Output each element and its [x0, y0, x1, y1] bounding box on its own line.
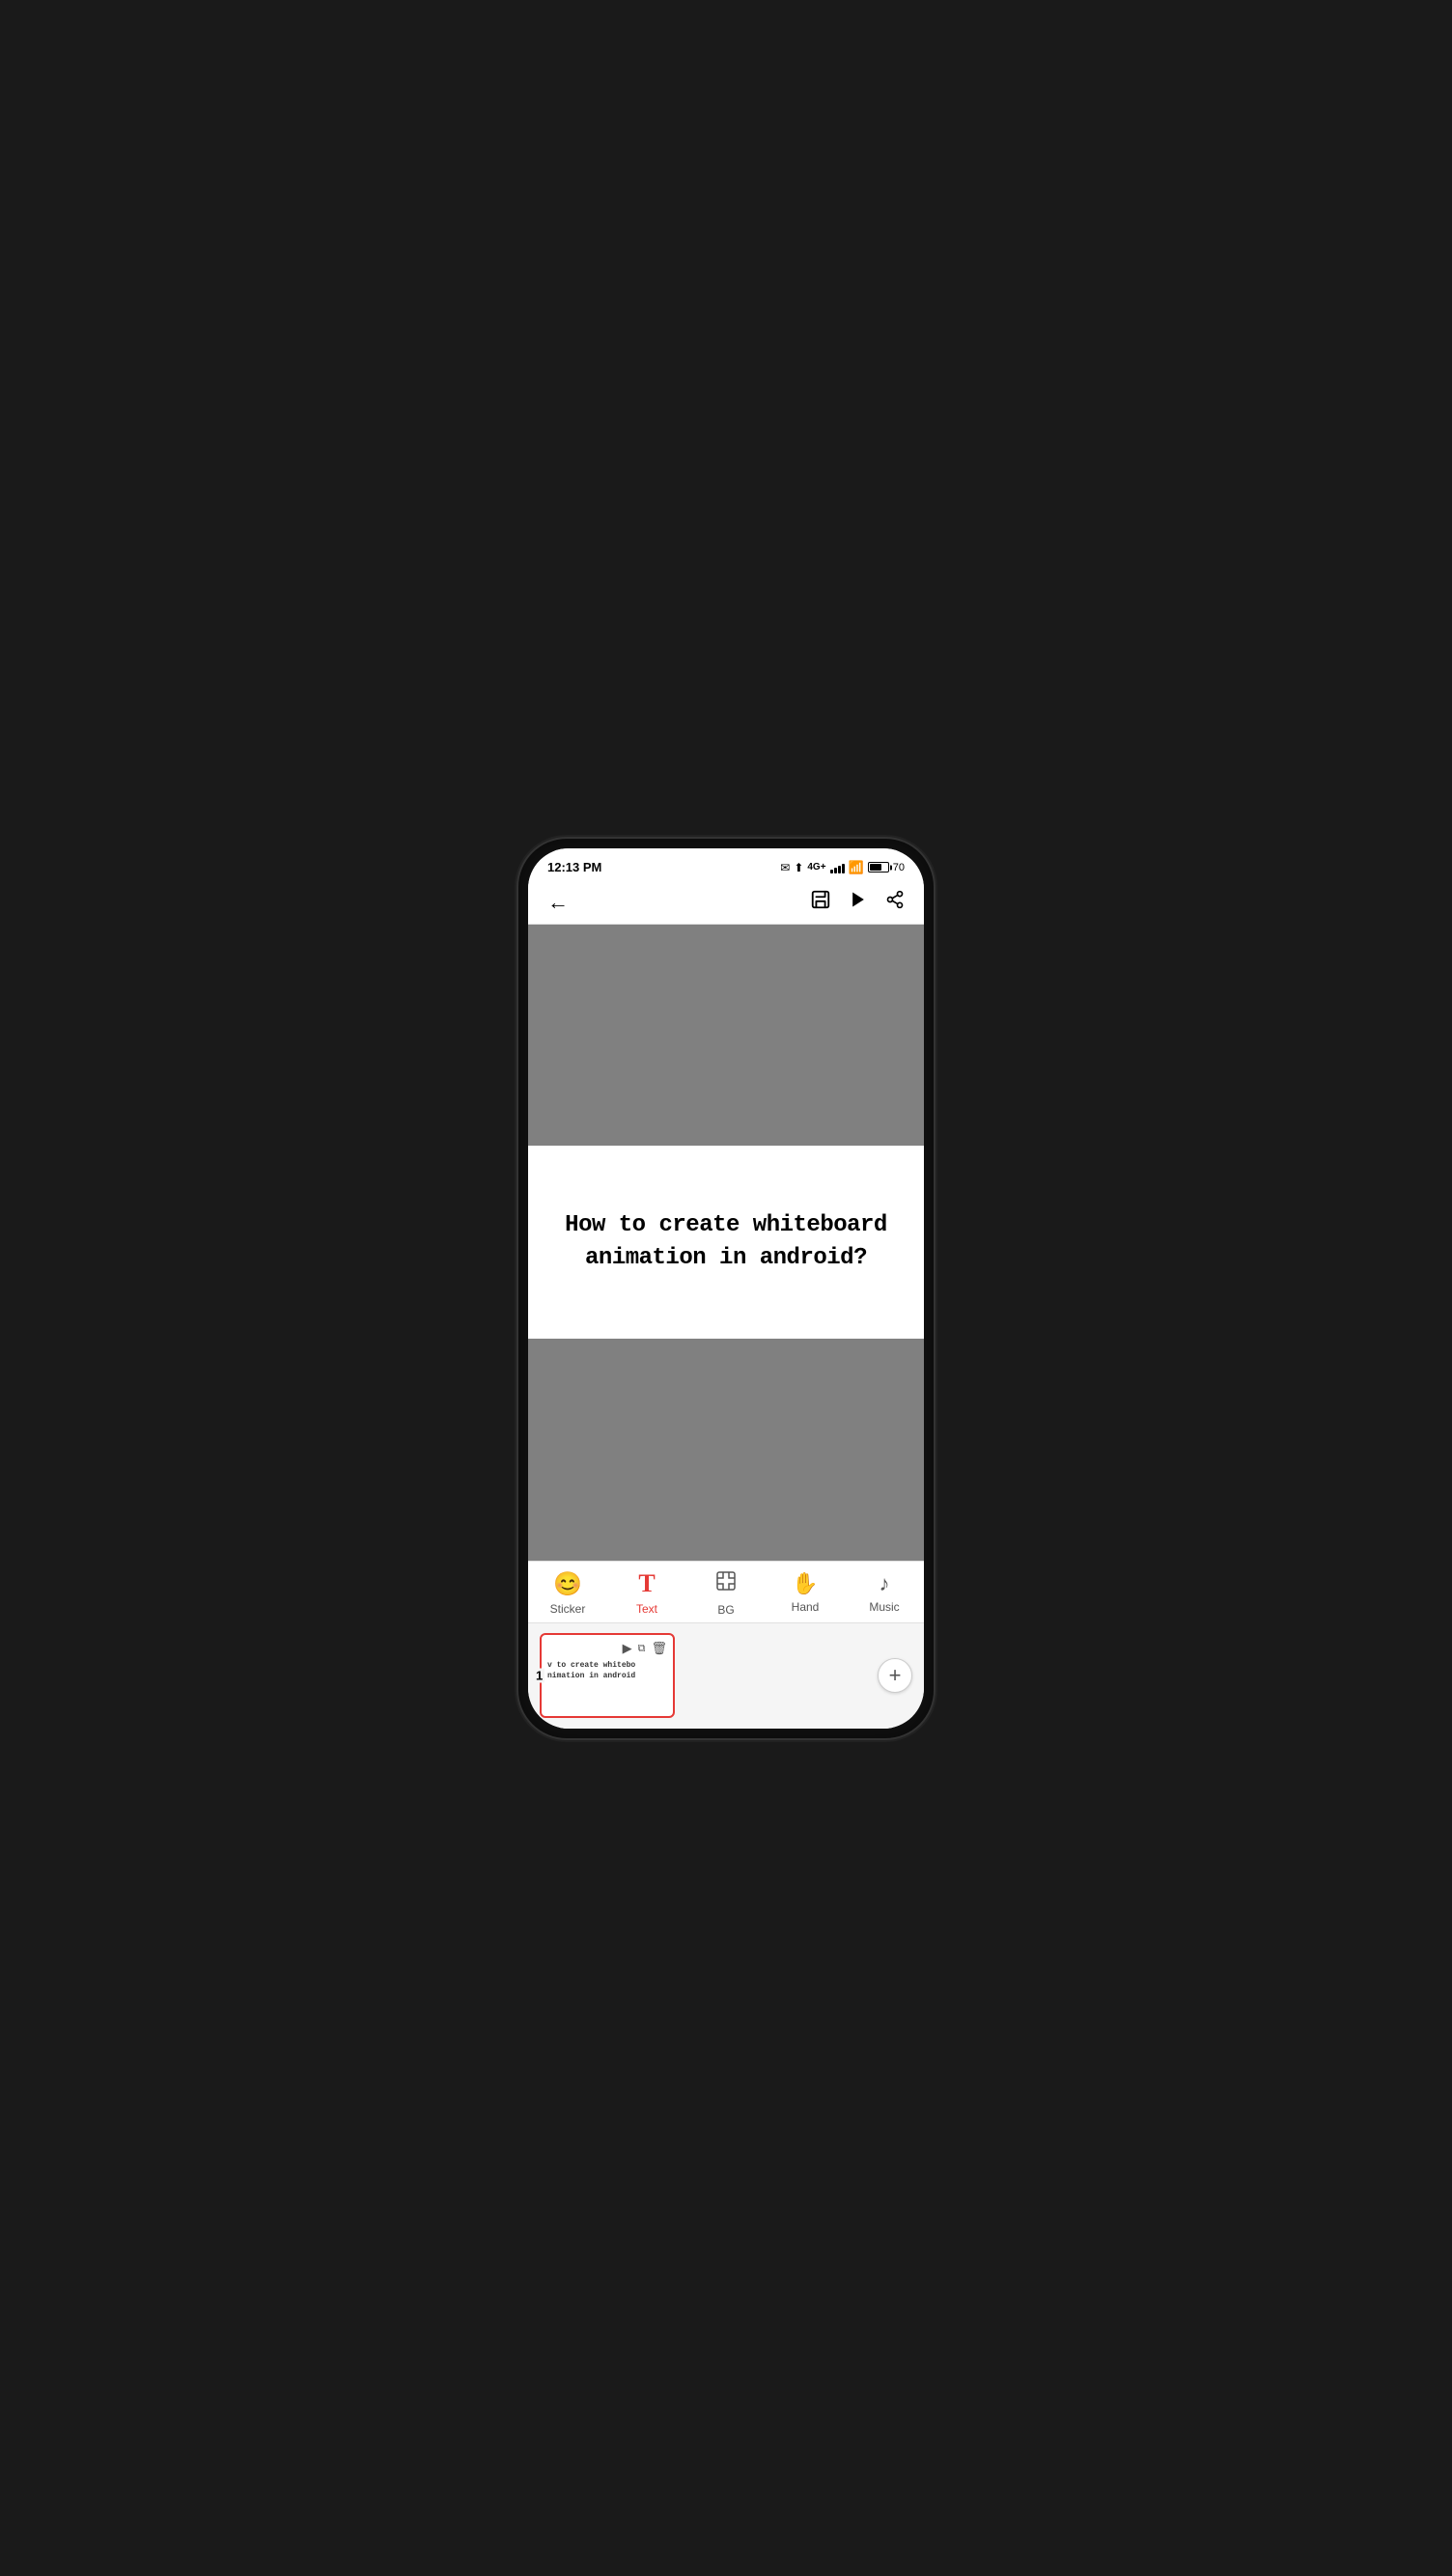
toolbar-hand[interactable]: ✋ Hand [766, 1571, 845, 1614]
slide-thumb-controls: ▶ ⧉ 🗑 [623, 1641, 667, 1656]
add-slide-button[interactable]: + [878, 1658, 912, 1693]
thumb-delete-icon[interactable]: 🗑 [651, 1641, 667, 1656]
bg-icon [714, 1569, 738, 1599]
signal-bar-2 [834, 868, 837, 873]
slide-thumbnail-1[interactable]: 1 ▶ ⧉ 🗑 v to create whitebo nimation in … [540, 1633, 675, 1718]
signal-bars [830, 862, 845, 873]
signal-bar-1 [830, 870, 833, 873]
bottom-toolbar: 😊 Sticker T Text BG [528, 1561, 924, 1622]
sticker-label: Sticker [550, 1602, 586, 1616]
main-content: How to create whiteboard animation in an… [528, 925, 924, 1561]
toolbar-text[interactable]: T Text [607, 1569, 686, 1616]
thumb-play-icon[interactable]: ▶ [623, 1641, 632, 1656]
message-icon: ✉ [780, 861, 790, 874]
signal-bar-3 [838, 866, 841, 873]
bg-label: BG [717, 1603, 734, 1617]
battery-icon [868, 862, 889, 873]
hand-icon: ✋ [792, 1571, 818, 1596]
nav-left: ← [547, 890, 569, 915]
hand-label: Hand [792, 1600, 820, 1614]
slide-thumb-text: v to create whitebo nimation in android [547, 1660, 635, 1681]
text-icon: T [638, 1569, 655, 1598]
status-icons: ✉ ⬆ 4G+ 📶 70 [780, 860, 905, 875]
thumb-duplicate-icon[interactable]: ⧉ [638, 1643, 646, 1655]
phone-frame: 12:13 PM ✉ ⬆ 4G+ 📶 70 ← [518, 839, 934, 1738]
status-time: 12:13 PM [547, 860, 601, 874]
wifi-icon: 📶 [849, 860, 864, 875]
status-bar: 12:13 PM ✉ ⬆ 4G+ 📶 70 [528, 848, 924, 881]
slide-number-1: 1 [534, 1669, 544, 1683]
toolbar-sticker[interactable]: 😊 Sticker [528, 1570, 607, 1616]
slide-strip: 1 ▶ ⧉ 🗑 v to create whitebo nimation in … [528, 1622, 924, 1729]
play-button[interactable] [849, 890, 868, 915]
upload-icon: ⬆ [794, 861, 803, 874]
share-button[interactable] [885, 890, 905, 915]
save-button[interactable] [810, 889, 831, 916]
gray-area-top [528, 925, 924, 1147]
gray-area-bottom [528, 1339, 924, 1561]
slide-canvas[interactable]: How to create whiteboard animation in an… [528, 1146, 924, 1339]
toolbar-bg[interactable]: BG [686, 1569, 766, 1617]
slide-main-text: How to create whiteboard animation in an… [547, 1209, 905, 1274]
battery-percent: 70 [893, 862, 905, 873]
text-label: Text [636, 1602, 657, 1616]
nav-right [810, 889, 905, 916]
phone-screen: 12:13 PM ✉ ⬆ 4G+ 📶 70 ← [528, 848, 924, 1729]
back-button[interactable]: ← [547, 890, 569, 915]
toolbar-music[interactable]: ♪ Music [845, 1571, 924, 1614]
music-icon: ♪ [880, 1571, 890, 1596]
battery-fill [870, 864, 882, 871]
music-label: Music [869, 1600, 899, 1614]
nav-bar: ← [528, 881, 924, 925]
sticker-icon: 😊 [553, 1570, 582, 1598]
sim-icon: 4G+ [807, 862, 825, 873]
signal-bar-4 [842, 864, 845, 873]
